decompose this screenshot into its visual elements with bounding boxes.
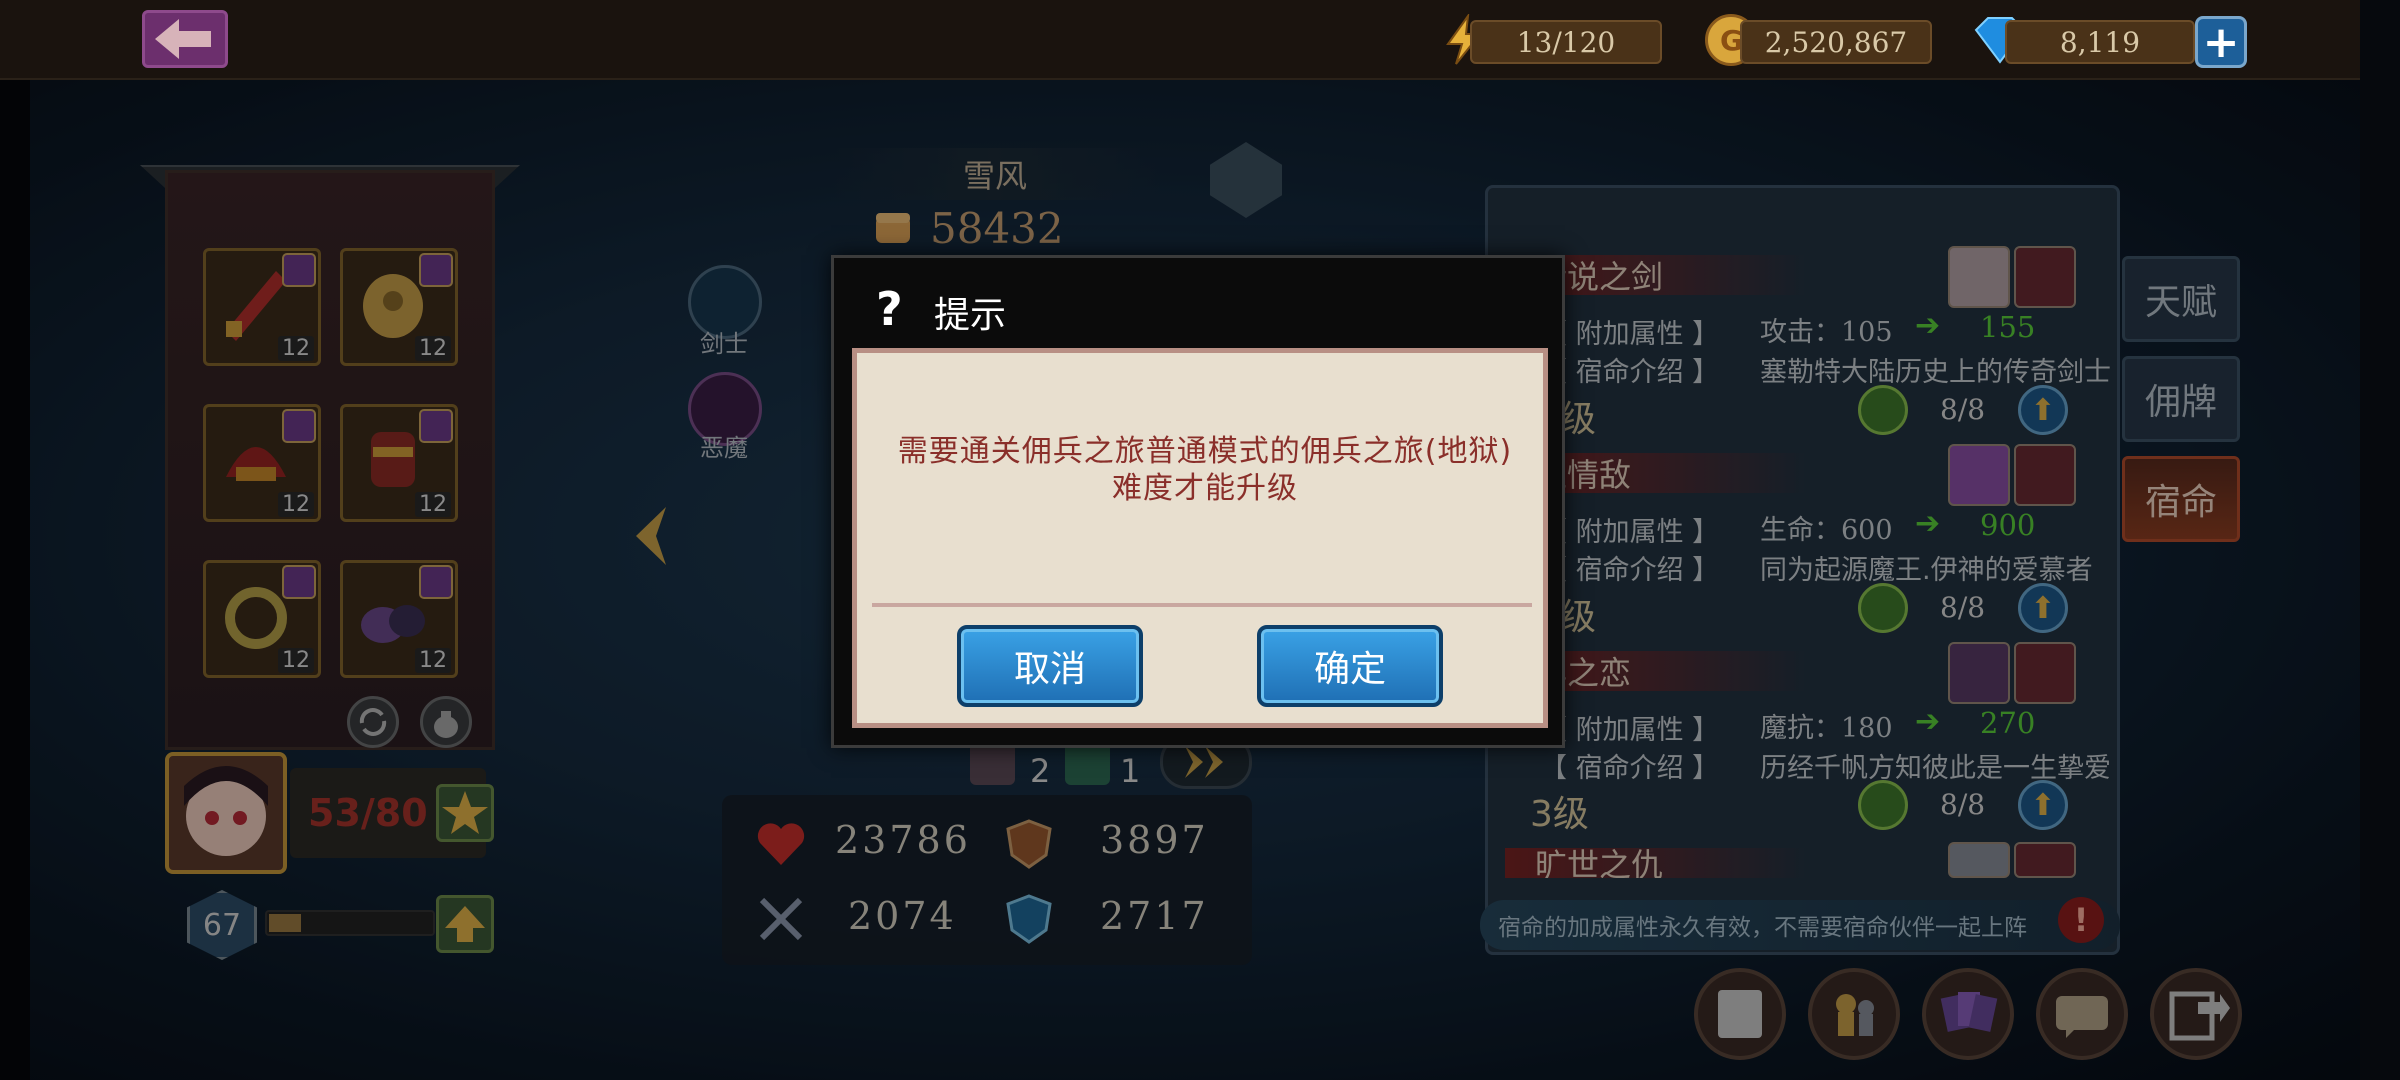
diamond-counter: 8,119 <box>2005 20 2195 64</box>
dialog-message: 需要通关佣兵之旅普通模式的佣兵之旅(地狱) 难度才能升级 <box>877 433 1533 507</box>
back-button[interactable] <box>142 10 228 68</box>
dialog-divider <box>872 603 1532 607</box>
dialog-message-line: 难度才能升级 <box>1112 471 1298 506</box>
dialog-message-line: 需要通关佣兵之旅普通模式的佣兵之旅(地狱) <box>897 434 1513 469</box>
game-screen: 13/120 G 2,520,867 8,119 + 12 12 12 12 1… <box>0 0 2400 1080</box>
gold-counter: 2,520,867 <box>1740 20 1932 64</box>
question-mark-icon: ? <box>876 282 903 336</box>
hint-dialog: ? 提示 需要通关佣兵之旅普通模式的佣兵之旅(地狱) 难度才能升级 取消 确定 <box>831 255 1565 748</box>
top-bar: 13/120 G 2,520,867 8,119 + <box>0 0 2400 80</box>
energy-counter: 13/120 <box>1470 20 1662 64</box>
dialog-body: 需要通关佣兵之旅普通模式的佣兵之旅(地狱) 难度才能升级 取消 确定 <box>852 348 1548 728</box>
confirm-button[interactable]: 确定 <box>1257 625 1443 707</box>
add-diamonds-button[interactable]: + <box>2195 16 2247 68</box>
cancel-button[interactable]: 取消 <box>957 625 1143 707</box>
back-arrow-icon <box>155 19 211 59</box>
dialog-title: 提示 <box>934 295 1007 336</box>
